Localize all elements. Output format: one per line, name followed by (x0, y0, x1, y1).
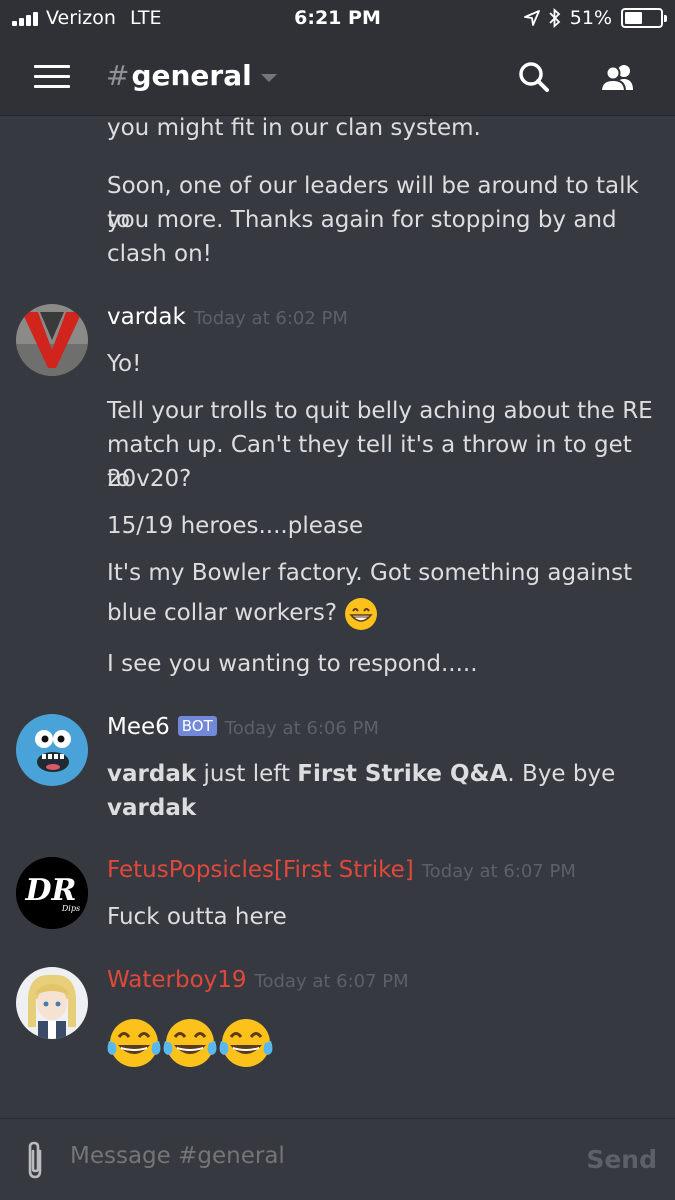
message-text: just left (196, 761, 298, 787)
channel-hash: # (106, 59, 130, 92)
username[interactable]: vardak (107, 304, 186, 330)
message-line: vardak (107, 791, 655, 825)
vardak-avatar-image (16, 304, 88, 376)
message-line: 20v20? (107, 466, 192, 492)
message-composer: Send (0, 1118, 675, 1200)
avatar[interactable] (16, 714, 88, 786)
mention-bold: vardak (107, 795, 197, 821)
message-line: Tell your trolls to quit belly aching ab… (107, 398, 653, 424)
message-input[interactable] (70, 1143, 570, 1169)
grinning-face-emoji-icon (345, 597, 378, 630)
avatar[interactable] (16, 304, 88, 376)
message-line: Yo! (107, 351, 142, 377)
status-bar: Verizon LTE 6:21 PM 51% (0, 0, 675, 38)
message-line: you might fit in our clan system. (107, 117, 481, 141)
emoji-message (107, 1015, 655, 1071)
avatar-subtext: Dips (61, 904, 80, 913)
timestamp: Today at 6:07 PM (421, 861, 576, 882)
message-line: 15/19 heroes....please (107, 513, 364, 539)
timestamp: Today at 6:07 PM (254, 971, 409, 992)
message-text: blue collar workers? (107, 600, 338, 626)
dr-dips-avatar-image: DR Dips (16, 857, 88, 929)
location-arrow-icon (523, 10, 540, 26)
chevron-down-icon (260, 73, 277, 82)
timestamp: Today at 6:06 PM (224, 718, 379, 739)
avatar[interactable]: DR Dips (16, 857, 88, 929)
channel-header: # general (0, 38, 675, 116)
battery-icon (621, 8, 667, 28)
message-line: Fuck outta here (107, 904, 287, 930)
message-line: you more. Thanks again for stopping by a… (107, 207, 617, 233)
server-name-bold: First Strike Q&A (297, 761, 508, 787)
bluetooth-icon (549, 8, 561, 28)
bot-badge: BOT (177, 716, 217, 736)
face-with-tears-of-joy-icon (107, 1017, 274, 1069)
members-icon[interactable] (596, 56, 640, 100)
channel-name: general (131, 59, 252, 92)
search-icon[interactable] (512, 56, 556, 100)
message-line: clash on! (107, 241, 212, 267)
waterboy-avatar-image (16, 967, 88, 1039)
mention-bold: vardak (107, 761, 197, 787)
channel-title[interactable]: # general (106, 59, 277, 92)
message-line-with-emoji: blue collar workers? (107, 596, 655, 631)
avatar-text: DR (25, 873, 77, 908)
avatar[interactable] (16, 967, 88, 1039)
message-line: I see you wanting to respond..... (107, 651, 478, 677)
send-button[interactable]: Send (586, 1145, 657, 1174)
username[interactable]: FetusPopsicles[First Strike] (107, 857, 414, 883)
attachment-icon[interactable] (20, 1139, 50, 1181)
timestamp: Today at 6:02 PM (193, 308, 348, 329)
username[interactable]: Waterboy19 (107, 967, 247, 993)
message-text: . Bye bye (507, 761, 616, 787)
battery-percent: 51% (569, 7, 612, 29)
message-list[interactable]: you might fit in our clan system. Soon, … (0, 117, 675, 1117)
message-line: It's my Bowler factory. Got something ag… (107, 560, 633, 586)
message-line: vardak just left First Strike Q&A. Bye b… (107, 757, 655, 791)
menu-icon[interactable] (34, 65, 70, 89)
username[interactable]: Mee6 (107, 714, 170, 740)
mee6-avatar-image (16, 714, 88, 786)
